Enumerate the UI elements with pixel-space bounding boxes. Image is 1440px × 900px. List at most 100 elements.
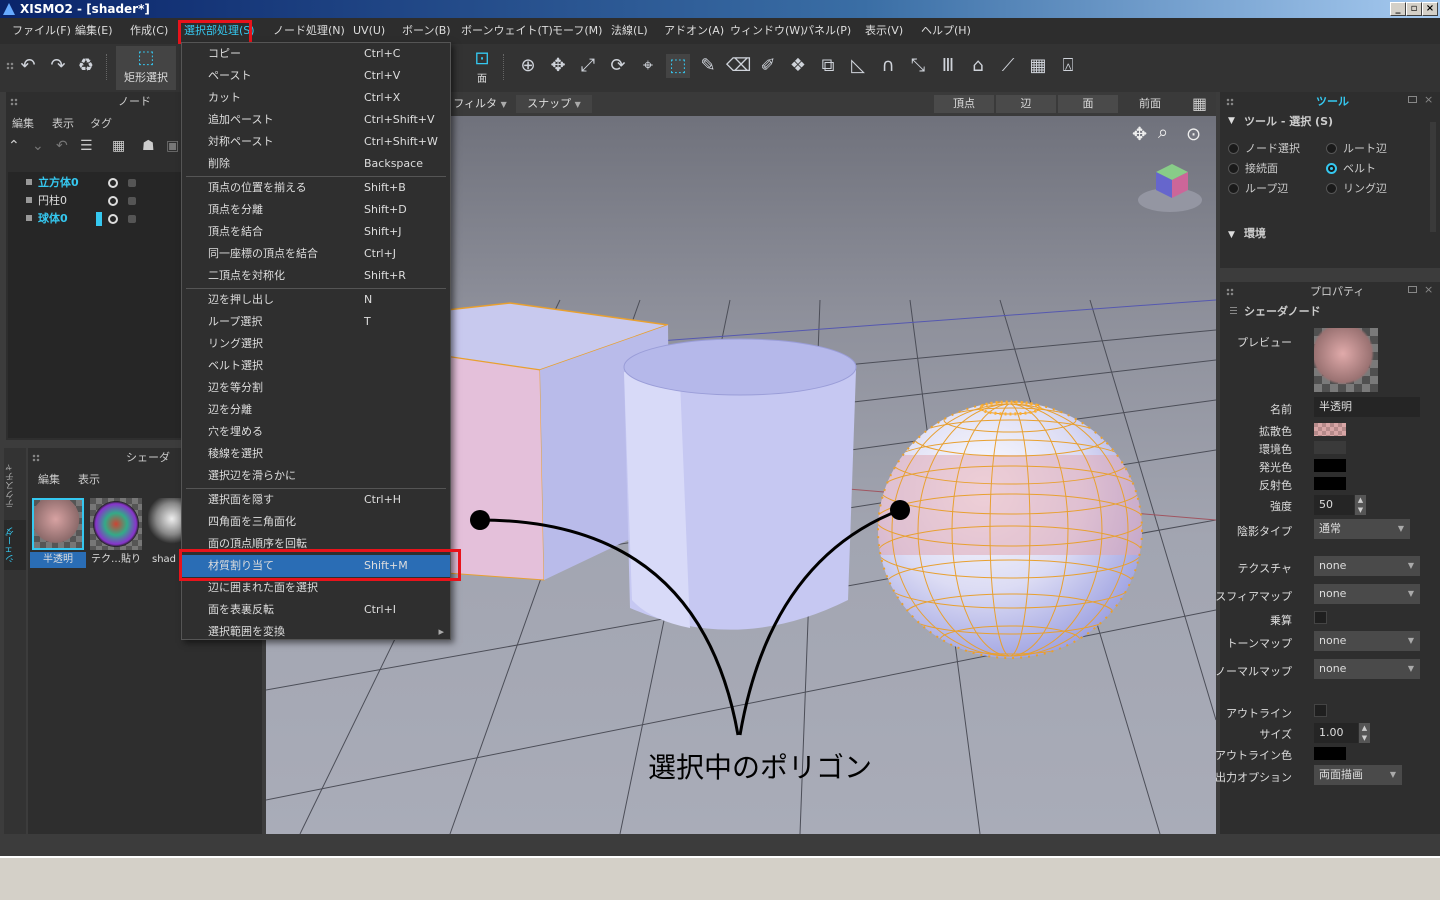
radio-belt[interactable]	[1326, 163, 1337, 174]
magnet-icon[interactable]: ∩	[876, 54, 900, 78]
menu-item[interactable]: 四角面を三角面化	[182, 511, 450, 533]
cylinder-object[interactable]	[623, 338, 857, 630]
menu-item[interactable]: 対称ペースト Ctrl+Shift+W	[182, 131, 450, 153]
edge-mode-button[interactable]: 辺	[996, 95, 1056, 113]
eye-icon[interactable]	[108, 178, 118, 188]
menu-boneweight[interactable]: ボーンウェイト(T)	[461, 18, 553, 44]
pivot-icon[interactable]: ⌖	[636, 54, 660, 78]
shader-menu-edit[interactable]: 編集	[38, 470, 60, 490]
menu-item[interactable]: 辺を分離	[182, 399, 450, 421]
radio-connected-face[interactable]	[1228, 163, 1239, 174]
brush-icon[interactable]: ✐	[756, 54, 780, 78]
menu-item[interactable]: 頂点の位置を揃える Shift+B	[182, 177, 450, 199]
move-down-icon[interactable]: ⌄	[32, 138, 44, 154]
menu-item[interactable]: 頂点を結合 Shift+J	[182, 221, 450, 243]
tab-texture[interactable]: テクスチャ	[4, 456, 26, 516]
knife-icon[interactable]: ⟋	[996, 54, 1020, 78]
close-icon[interactable]: ×	[1424, 283, 1433, 296]
uv-icon[interactable]: Ⅲ	[936, 54, 960, 78]
tab-shader[interactable]: シェーダ	[4, 520, 26, 570]
eye-icon[interactable]	[108, 196, 118, 206]
move-up-icon[interactable]: ⌃	[8, 138, 20, 154]
cube-icon[interactable]: ⧉	[816, 54, 840, 78]
zoom-icon[interactable]: ⌕	[1158, 122, 1168, 143]
tree-item[interactable]: 球体0	[26, 210, 68, 228]
eraser-icon[interactable]: ⌫	[726, 54, 751, 78]
pan-icon[interactable]: ✥	[1132, 124, 1147, 145]
menu-item[interactable]: ループ選択 T	[182, 311, 450, 333]
menu-item[interactable]: コピー Ctrl+C	[182, 43, 450, 65]
spinner-icon[interactable]: ▲ ▼	[1359, 723, 1370, 743]
collapse-icon[interactable]: ▼	[1228, 116, 1235, 126]
vertex-mode-button[interactable]: 頂点	[934, 95, 994, 113]
minimize-button[interactable]: _	[1390, 2, 1406, 16]
rotate-icon[interactable]: ⟳	[606, 54, 630, 78]
tree-item[interactable]: 立方体0	[26, 174, 79, 192]
menu-item[interactable]: 穴を埋める	[182, 421, 450, 443]
menu-view[interactable]: 表示(V)	[865, 18, 903, 44]
shader-thumb[interactable]	[32, 498, 84, 550]
normal-map-select[interactable]: none ▼	[1314, 659, 1420, 679]
node-menu-view[interactable]: 表示	[52, 114, 74, 134]
shader-thumb[interactable]	[148, 498, 182, 550]
scrollbar[interactable]	[1430, 122, 1436, 232]
menu-item[interactable]: ベルト選択	[182, 355, 450, 377]
power-input[interactable]: 50	[1314, 495, 1354, 515]
menu-addon[interactable]: アドオン(A)	[664, 18, 724, 44]
film-icon[interactable]: ▦	[1026, 54, 1050, 78]
menu-normal[interactable]: 法線(L)	[611, 18, 648, 44]
menu-morph[interactable]: モーフ(M)	[552, 18, 602, 44]
emissive-color-swatch[interactable]	[1314, 459, 1346, 472]
outline-color-swatch[interactable]	[1314, 747, 1346, 760]
group-icon[interactable]: ☗	[142, 138, 155, 154]
restore-icon[interactable]	[1408, 286, 1417, 293]
face-mode-button[interactable]: ⊡ 面	[470, 48, 494, 88]
shrink-icon[interactable]: ⤡	[906, 54, 930, 78]
menu-item[interactable]: 追加ペースト Ctrl+Shift+V	[182, 109, 450, 131]
spinner-icon[interactable]: ▲ ▼	[1355, 495, 1366, 515]
menu-item[interactable]: 辺を押し出し N	[182, 289, 450, 311]
menu-item[interactable]: カット Ctrl+X	[182, 87, 450, 109]
menu-item[interactable]: ペースト Ctrl+V	[182, 65, 450, 87]
sphere-map-select[interactable]: none ▼	[1314, 584, 1420, 604]
redo-icon[interactable]: ↷	[46, 54, 70, 78]
face-mode-toggle[interactable]: 面	[1058, 95, 1118, 113]
extrude-icon[interactable]: ❖	[786, 54, 810, 78]
lock-icon[interactable]	[128, 215, 136, 223]
lock-icon[interactable]	[128, 197, 136, 205]
undo-node-icon[interactable]: ↶	[56, 138, 68, 154]
menu-create[interactable]: 作成(C)	[130, 18, 168, 44]
restore-icon[interactable]	[1408, 96, 1417, 103]
diffuse-color-swatch[interactable]	[1314, 423, 1346, 436]
menu-item[interactable]: 選択辺を滑らかに	[182, 465, 450, 487]
shader-menu-view[interactable]: 表示	[78, 470, 100, 490]
tree-item[interactable]: 円柱0	[26, 192, 67, 210]
eye-icon[interactable]	[108, 214, 118, 224]
radio-ring-edge[interactable]	[1326, 183, 1337, 194]
bevel-icon[interactable]: ◺	[846, 54, 870, 78]
shade-type-select[interactable]: 通常 ▼	[1314, 519, 1410, 539]
snap-dropdown[interactable]: スナップ ▼	[516, 95, 592, 113]
node-menu-edit[interactable]: 編集	[12, 114, 34, 134]
menu-uv[interactable]: UV(U)	[353, 18, 385, 44]
size-input[interactable]: 1.00	[1314, 723, 1358, 743]
shader-thumb[interactable]	[90, 498, 142, 550]
globe-icon[interactable]: ⊕	[516, 54, 540, 78]
filter-dropdown[interactable]: フィルタ ▼	[450, 95, 510, 113]
menu-item[interactable]: 選択面を隠す Ctrl+H	[182, 489, 450, 511]
tool-tab[interactable]: ツール	[1316, 92, 1349, 112]
texture-select[interactable]: none ▼	[1314, 556, 1420, 576]
menu-item[interactable]: リング選択	[182, 333, 450, 355]
menu-item[interactable]: 辺を等分割	[182, 377, 450, 399]
node-menu-tag[interactable]: タグ	[90, 114, 112, 134]
box-icon[interactable]: ▣	[166, 138, 179, 154]
marquee-icon[interactable]: ⬚	[666, 54, 690, 78]
menu-edit[interactable]: 編集(E)	[75, 18, 113, 44]
radio-root-edge[interactable]	[1326, 143, 1337, 154]
close-icon[interactable]: ×	[1424, 93, 1433, 106]
outline-checkbox[interactable]	[1314, 704, 1327, 717]
menu-bone[interactable]: ボーン(B)	[402, 18, 451, 44]
menu-file[interactable]: ファイル(F)	[12, 18, 71, 44]
menu-item[interactable]: 二頂点を対称化 Shift+R	[182, 265, 450, 287]
menu-window[interactable]: ウィンドウ(W)	[730, 18, 804, 44]
